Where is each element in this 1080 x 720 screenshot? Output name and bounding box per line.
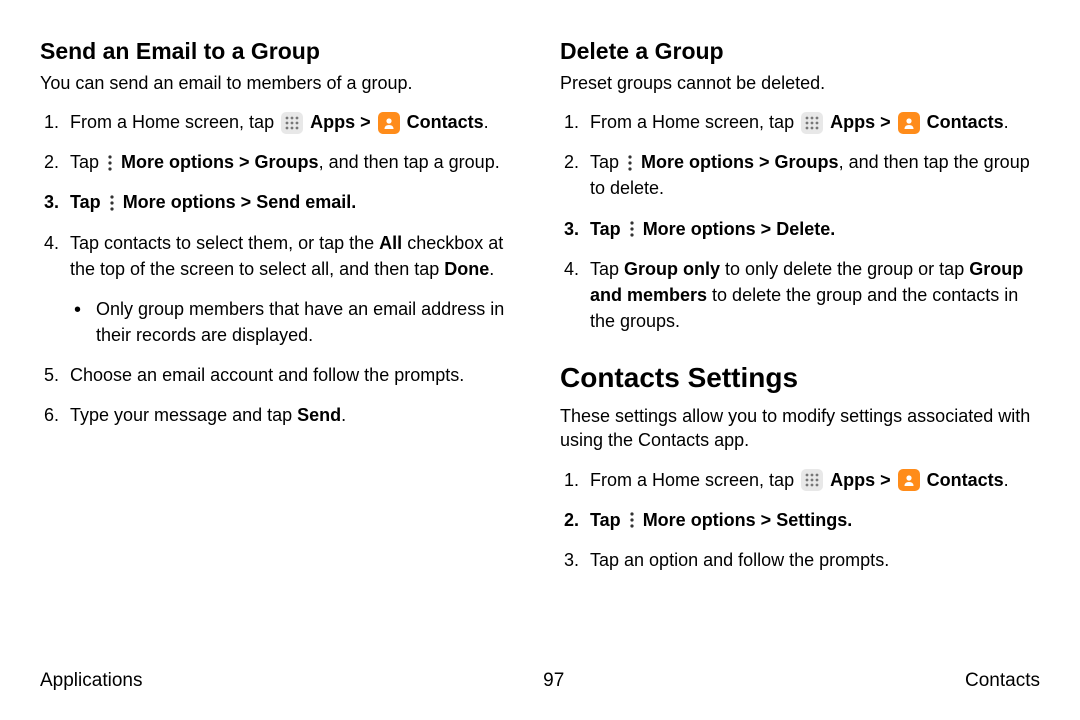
sub-list: Only group members that have an email ad… bbox=[70, 296, 520, 348]
list-item: Tap contacts to select them, or tap the … bbox=[40, 230, 520, 348]
footer-page-number: 97 bbox=[543, 670, 564, 692]
list-item: From a Home screen, tap Apps > Contacts. bbox=[40, 109, 520, 135]
contacts-settings-steps: From a Home screen, tap Apps > Contacts.… bbox=[560, 467, 1040, 573]
more-options-icon bbox=[627, 219, 637, 239]
apps-icon bbox=[281, 112, 303, 134]
more-options-icon bbox=[107, 193, 117, 213]
list-item: Tap an option and follow the prompts. bbox=[560, 547, 1040, 573]
list-item: Tap More options > Send email. bbox=[40, 189, 520, 215]
list-item: Type your message and tap Send. bbox=[40, 402, 520, 428]
contacts-icon bbox=[898, 469, 920, 491]
contacts-icon bbox=[378, 112, 400, 134]
list-item: Tap More options > Groups, and then tap … bbox=[560, 149, 1040, 201]
list-item: Tap More options > Groups, and then tap … bbox=[40, 149, 520, 175]
list-item: Tap More options > Settings. bbox=[560, 507, 1040, 533]
delete-group-heading: Delete a Group bbox=[560, 38, 1040, 65]
list-item: Only group members that have an email ad… bbox=[70, 296, 520, 348]
right-column: Delete a Group Preset groups cannot be d… bbox=[560, 38, 1040, 587]
more-options-icon bbox=[105, 153, 115, 173]
footer-left: Applications bbox=[40, 670, 142, 692]
delete-group-steps: From a Home screen, tap Apps > Contacts.… bbox=[560, 109, 1040, 334]
contacts-settings-intro: These settings allow you to modify setti… bbox=[560, 404, 1040, 453]
footer-right: Contacts bbox=[965, 670, 1040, 692]
send-email-heading: Send an Email to a Group bbox=[40, 38, 520, 65]
delete-group-intro: Preset groups cannot be deleted. bbox=[560, 71, 1040, 95]
more-options-icon bbox=[627, 510, 637, 530]
page-footer: Applications 97 Contacts bbox=[40, 670, 1040, 692]
apps-icon bbox=[801, 112, 823, 134]
left-column: Send an Email to a Group You can send an… bbox=[40, 38, 520, 587]
list-item: Tap Group only to only delete the group … bbox=[560, 256, 1040, 334]
list-item: Tap More options > Delete. bbox=[560, 216, 1040, 242]
contacts-settings-heading: Contacts Settings bbox=[560, 362, 1040, 394]
apps-icon bbox=[801, 469, 823, 491]
list-item: Choose an email account and follow the p… bbox=[40, 362, 520, 388]
content-columns: Send an Email to a Group You can send an… bbox=[40, 38, 1040, 587]
more-options-icon bbox=[625, 153, 635, 173]
contacts-icon bbox=[898, 112, 920, 134]
list-item: From a Home screen, tap Apps > Contacts. bbox=[560, 467, 1040, 493]
send-email-steps: From a Home screen, tap Apps > Contacts.… bbox=[40, 109, 520, 428]
send-email-intro: You can send an email to members of a gr… bbox=[40, 71, 520, 95]
list-item: From a Home screen, tap Apps > Contacts. bbox=[560, 109, 1040, 135]
